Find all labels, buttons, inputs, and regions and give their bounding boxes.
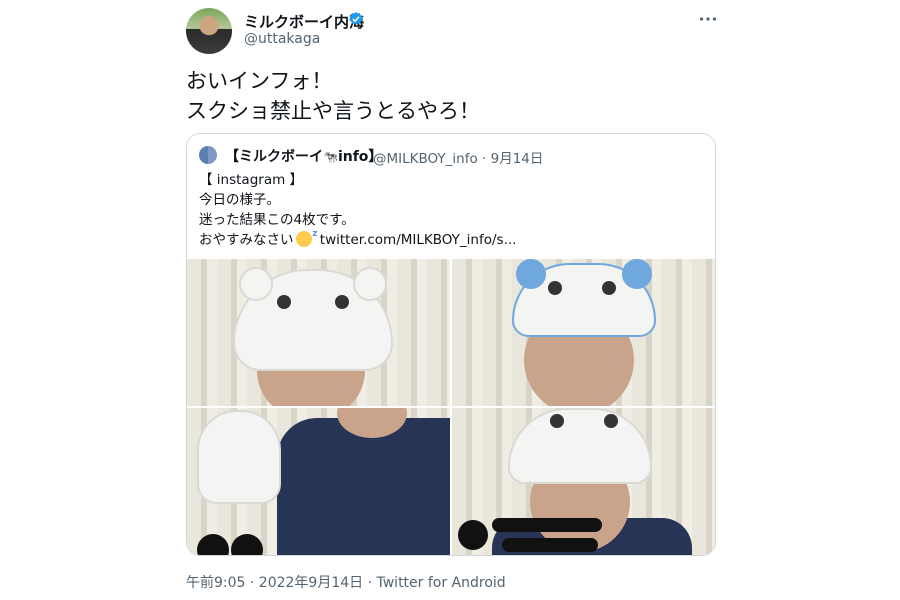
tweet-timestamp[interactable]: 午前9:05 · 2022年9月14日 · Twitter for Androi…: [186, 572, 506, 592]
photo-grid: [187, 259, 715, 555]
verified-badge-icon: [349, 12, 363, 25]
quoted-author-name: 【ミルクボーイ🐄info】: [225, 146, 382, 166]
photo-2[interactable]: [452, 259, 715, 406]
quoted-line-prefix: おやすみなさい: [199, 232, 294, 248]
quoted-handle-date: @MILKBOY_info · 9月14日: [373, 151, 544, 167]
quoted-last-line: おやすみなさい twitter.com/MILKBOY_info/s...: [199, 224, 699, 250]
quoted-link[interactable]: twitter.com/MILKBOY_info/s...: [320, 232, 517, 248]
more-options-icon[interactable]: [697, 8, 719, 30]
author-avatar[interactable]: [186, 8, 232, 54]
tweet: ミルクボーイ内海 @uttakaga おいインフォ！ スクショ禁止や言うとるやろ…: [0, 0, 900, 600]
quoted-author-avatar: [199, 146, 217, 164]
quoted-line: 迷った結果この4枚です。: [199, 212, 355, 228]
author-handle[interactable]: @uttakaga: [244, 31, 320, 47]
photo-4[interactable]: [452, 408, 715, 555]
quoted-tweet[interactable]: 【ミルクボーイ🐄info】 @MILKBOY_info · 9月14日 【 in…: [186, 133, 716, 556]
photo-1[interactable]: [187, 259, 450, 406]
photo-3[interactable]: [187, 408, 450, 555]
cow-emoji: 🐄: [323, 150, 338, 164]
quoted-line: 今日の様子。: [199, 192, 280, 208]
quoted-text: 【 instagram 】 今日の様子。 迷った結果この4枚です。 おやすみなさ…: [199, 170, 699, 250]
author-display-name[interactable]: ミルクボーイ内海: [244, 11, 364, 32]
tweet-text: おいインフォ！ スクショ禁止や言うとるやろ！: [186, 69, 480, 123]
quoted-author-name-text: 【ミルクボーイ: [225, 149, 323, 165]
quoted-line: 【 instagram 】: [199, 172, 304, 188]
sleeping-face-emoji: [295, 224, 318, 247]
